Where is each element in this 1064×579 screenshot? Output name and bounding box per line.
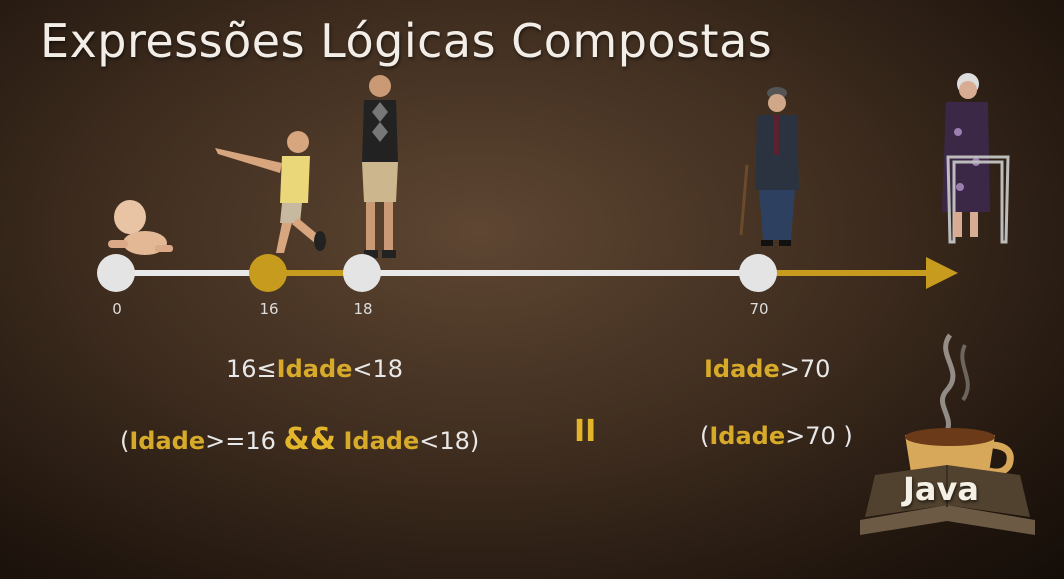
range-expression-16-18: 16≤Idade<18: [226, 355, 403, 383]
expr2-condition-2: <18): [419, 427, 480, 455]
expr4-suffix: >70 ): [785, 422, 853, 450]
expr1-variable: Idade: [276, 355, 353, 383]
steam-icon: [939, 333, 956, 437]
tick-label-0: 0: [112, 300, 122, 318]
timeline-node-0: [97, 254, 135, 292]
tick-label-18: 18: [353, 300, 373, 318]
logical-over-70-expression: (Idade>70 ): [700, 422, 853, 450]
expr3-variable: Idade: [704, 355, 780, 383]
range-expression-over-70: Idade>70: [704, 355, 830, 383]
tick-label-16: 16: [259, 300, 279, 318]
expr2-variable-1: Idade: [129, 427, 206, 455]
timeline-node-18: [343, 254, 381, 292]
java-logo-label: Java: [903, 470, 979, 508]
logical-and-expression: (Idade>=16 && Idade<18): [120, 422, 479, 457]
timeline-arrowhead: [926, 257, 958, 289]
expr2-variable-2: Idade: [343, 427, 420, 455]
expr2-open-paren: (: [120, 427, 130, 455]
timeline-node-16: [249, 254, 287, 292]
expr4-open-paren: (: [700, 422, 710, 450]
expr4-variable: Idade: [709, 422, 786, 450]
expr3-suffix: >70: [779, 355, 831, 383]
expr1-suffix: <18: [352, 355, 404, 383]
timeline-node-70: [739, 254, 777, 292]
expr1-prefix: 16≤: [226, 355, 277, 383]
or-operator: II: [574, 414, 597, 449]
and-operator: &&: [283, 422, 336, 457]
tick-label-70: 70: [749, 300, 769, 318]
java-logo: [860, 333, 1035, 535]
expr2-condition-1: >=16: [205, 427, 284, 455]
